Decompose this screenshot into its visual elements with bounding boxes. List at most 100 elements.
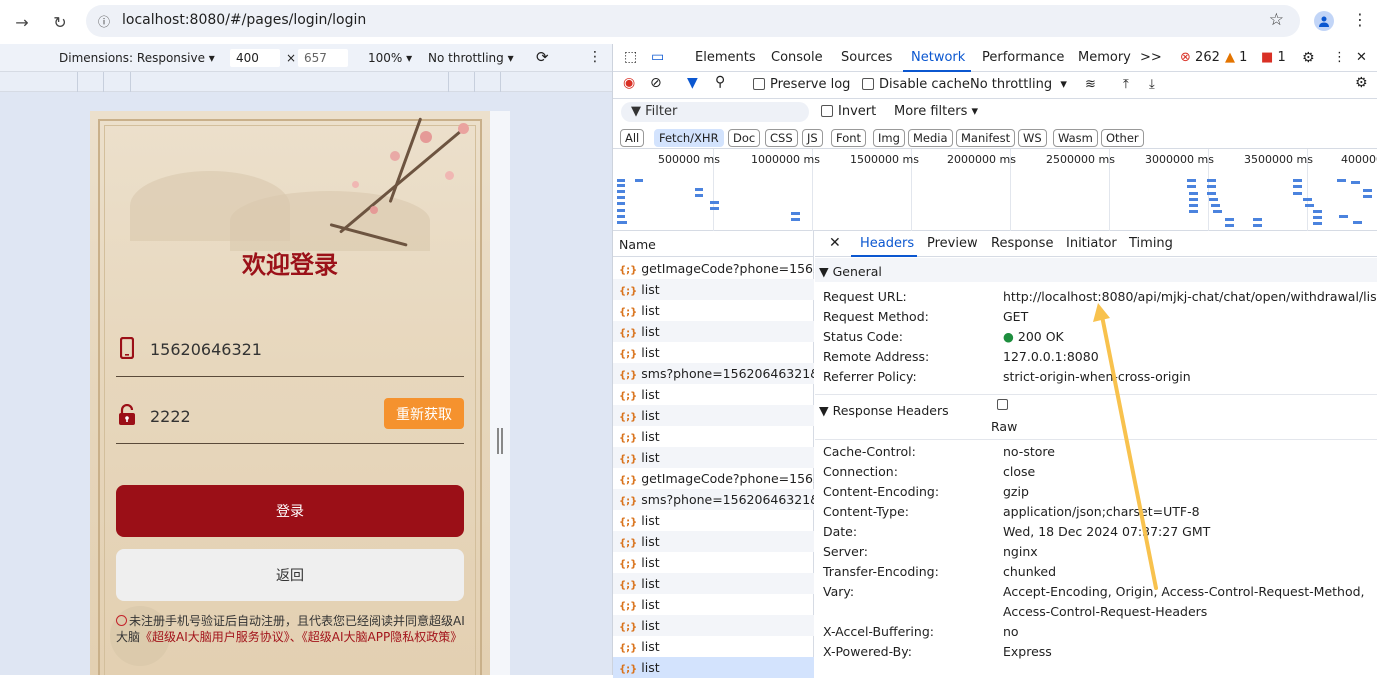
- zoom-select[interactable]: 100% ▾: [368, 51, 412, 65]
- device-toggle-icon[interactable]: ▭: [651, 49, 664, 65]
- error-count[interactable]: ⊗ 262: [1180, 50, 1220, 65]
- general-value[interactable]: http://localhost:8080/api/mjkj-chat/chat…: [1003, 289, 1377, 304]
- device-more-icon[interactable]: ⋮: [588, 49, 602, 65]
- network-conditions-icon[interactable]: ≋: [1085, 77, 1096, 92]
- request-row[interactable]: {;} list: [613, 321, 814, 342]
- profile-avatar[interactable]: [1314, 11, 1334, 31]
- reload-icon[interactable]: ↻: [48, 10, 72, 34]
- request-row[interactable]: {;} list: [613, 447, 814, 468]
- request-row[interactable]: {;} list: [613, 405, 814, 426]
- request-row[interactable]: {;} list: [613, 636, 814, 657]
- export-har-icon[interactable]: ⤓: [1149, 77, 1155, 92]
- response-header-value[interactable]: Express: [1003, 644, 1052, 659]
- response-header-value[interactable]: application/json;charset=UTF-8: [1003, 504, 1200, 519]
- record-stop-icon[interactable]: ◉: [623, 75, 635, 91]
- response-header-value[interactable]: Wed, 18 Dec 2024 07:37:27 GMT: [1003, 524, 1210, 539]
- import-har-icon[interactable]: ⤒: [1123, 77, 1129, 92]
- response-header-value[interactable]: no: [1003, 624, 1019, 639]
- browser-menu-icon[interactable]: ⋮: [1352, 10, 1368, 29]
- tab-response[interactable]: Response: [991, 236, 1053, 251]
- general-value[interactable]: 127.0.0.1:8080: [1003, 349, 1099, 364]
- general-value[interactable]: GET: [1003, 309, 1028, 324]
- response-headers-title[interactable]: ▼ Response Headers: [819, 403, 949, 418]
- close-detail-icon[interactable]: ✕: [829, 235, 841, 251]
- type-filter-all[interactable]: All: [620, 129, 645, 147]
- url-text[interactable]: localhost:8080/#/pages/login/login: [122, 12, 366, 28]
- disable-cache-checkbox[interactable]: Disable cache: [862, 77, 970, 92]
- request-row[interactable]: {;} list: [613, 510, 814, 531]
- response-header-value[interactable]: no-store: [1003, 444, 1055, 459]
- type-filter-doc[interactable]: Doc: [728, 129, 761, 147]
- request-row[interactable]: {;} list: [613, 573, 814, 594]
- filter-input[interactable]: ▼ Filter: [621, 102, 809, 122]
- site-info-icon[interactable]: ⓘ: [94, 11, 114, 31]
- warning-count[interactable]: ▲ 1: [1225, 50, 1247, 65]
- preserve-log-box[interactable]: [753, 78, 765, 90]
- dimensions-select[interactable]: Dimensions: Responsive ▾: [59, 51, 215, 65]
- response-header-value[interactable]: gzip: [1003, 484, 1029, 499]
- agreement-radio[interactable]: [116, 615, 127, 626]
- general-value[interactable]: ● 200 OK: [1003, 329, 1064, 344]
- tab-headers[interactable]: Headers: [860, 236, 914, 251]
- response-header-value[interactable]: Access-Control-Request-Headers: [1003, 604, 1207, 619]
- network-overview-timeline[interactable]: 500000 ms 1000000 ms 1500000 ms 2000000 …: [613, 149, 1377, 231]
- back-button[interactable]: 返回: [116, 549, 464, 601]
- request-row[interactable]: {;} list: [613, 594, 814, 615]
- network-settings-icon[interactable]: ⚙: [1355, 75, 1368, 91]
- type-filter-ws[interactable]: WS: [1018, 129, 1047, 147]
- type-filter-media[interactable]: Media: [908, 129, 953, 147]
- login-button[interactable]: 登录: [116, 485, 464, 537]
- type-filter-other[interactable]: Other: [1101, 129, 1144, 147]
- tab-timing[interactable]: Timing: [1129, 236, 1173, 251]
- height-input[interactable]: 657: [298, 49, 348, 67]
- phone-field[interactable]: 15620646321: [116, 333, 464, 377]
- tab-network[interactable]: Network: [911, 50, 965, 65]
- preserve-log-checkbox[interactable]: Preserve log: [753, 77, 850, 92]
- request-row[interactable]: {;} list: [613, 279, 814, 300]
- type-filter-img[interactable]: Img: [873, 129, 905, 147]
- general-section-header[interactable]: [815, 258, 1377, 282]
- invert-box[interactable]: [821, 105, 833, 117]
- device-throttling-select[interactable]: No throttling ▾: [428, 51, 514, 65]
- request-row[interactable]: {;} list: [613, 384, 814, 405]
- general-value[interactable]: strict-origin-when-cross-origin: [1003, 369, 1191, 384]
- search-icon[interactable]: ⚲: [715, 74, 725, 90]
- tab-sources[interactable]: Sources: [841, 50, 892, 65]
- resend-code-button[interactable]: 重新获取: [384, 398, 464, 429]
- disable-cache-box[interactable]: [862, 78, 874, 90]
- request-row[interactable]: {;} list: [613, 300, 814, 321]
- tab-preview[interactable]: Preview: [927, 236, 978, 251]
- more-filters-button[interactable]: More filters ▾: [894, 104, 978, 119]
- tab-performance[interactable]: Performance: [982, 50, 1064, 65]
- devtools-menu-icon[interactable]: ⋮: [1333, 50, 1346, 65]
- request-row[interactable]: {;} list: [613, 342, 814, 363]
- tab-console[interactable]: Console: [771, 50, 823, 65]
- request-row[interactable]: {;} list: [613, 531, 814, 552]
- request-row[interactable]: {;} list: [613, 552, 814, 573]
- issue-count[interactable]: ■ 1: [1261, 50, 1286, 65]
- tab-elements[interactable]: Elements: [695, 50, 756, 65]
- tab-memory[interactable]: Memory: [1078, 50, 1131, 65]
- user-agreement-link[interactable]: 《超级AI大脑用户服务协议》: [140, 630, 290, 644]
- invert-checkbox[interactable]: Invert: [821, 104, 876, 119]
- type-filter-css[interactable]: CSS: [765, 129, 798, 147]
- code-input[interactable]: 2222: [150, 407, 191, 426]
- phone-input[interactable]: 15620646321: [150, 340, 262, 359]
- request-row[interactable]: {;}getImageCode?phone=1562…: [613, 258, 814, 279]
- request-row[interactable]: {;} sms?phone=15620646321&…: [613, 489, 814, 510]
- request-row[interactable]: {;}getImageCode?phone=1562…: [613, 468, 814, 489]
- response-header-value[interactable]: nginx: [1003, 544, 1038, 559]
- request-row[interactable]: {;} list: [613, 615, 814, 636]
- inspect-element-icon[interactable]: ⬚: [624, 49, 637, 65]
- type-filter-manifest[interactable]: Manifest: [956, 129, 1016, 147]
- type-filter-wasm[interactable]: Wasm: [1053, 129, 1098, 147]
- request-row[interactable]: {;} sms?phone=15620646321&…: [613, 363, 814, 384]
- request-row[interactable]: {;} list: [613, 426, 814, 447]
- response-header-value[interactable]: close: [1003, 464, 1035, 479]
- code-field[interactable]: 2222 重新获取: [116, 398, 464, 444]
- response-header-value[interactable]: Accept-Encoding, Origin, Access-Control-…: [1003, 584, 1365, 599]
- tab-initiator[interactable]: Initiator: [1066, 236, 1117, 251]
- forward-icon[interactable]: →: [10, 10, 34, 34]
- type-filter-font[interactable]: Font: [831, 129, 867, 147]
- rotate-icon[interactable]: ⟳: [536, 48, 549, 66]
